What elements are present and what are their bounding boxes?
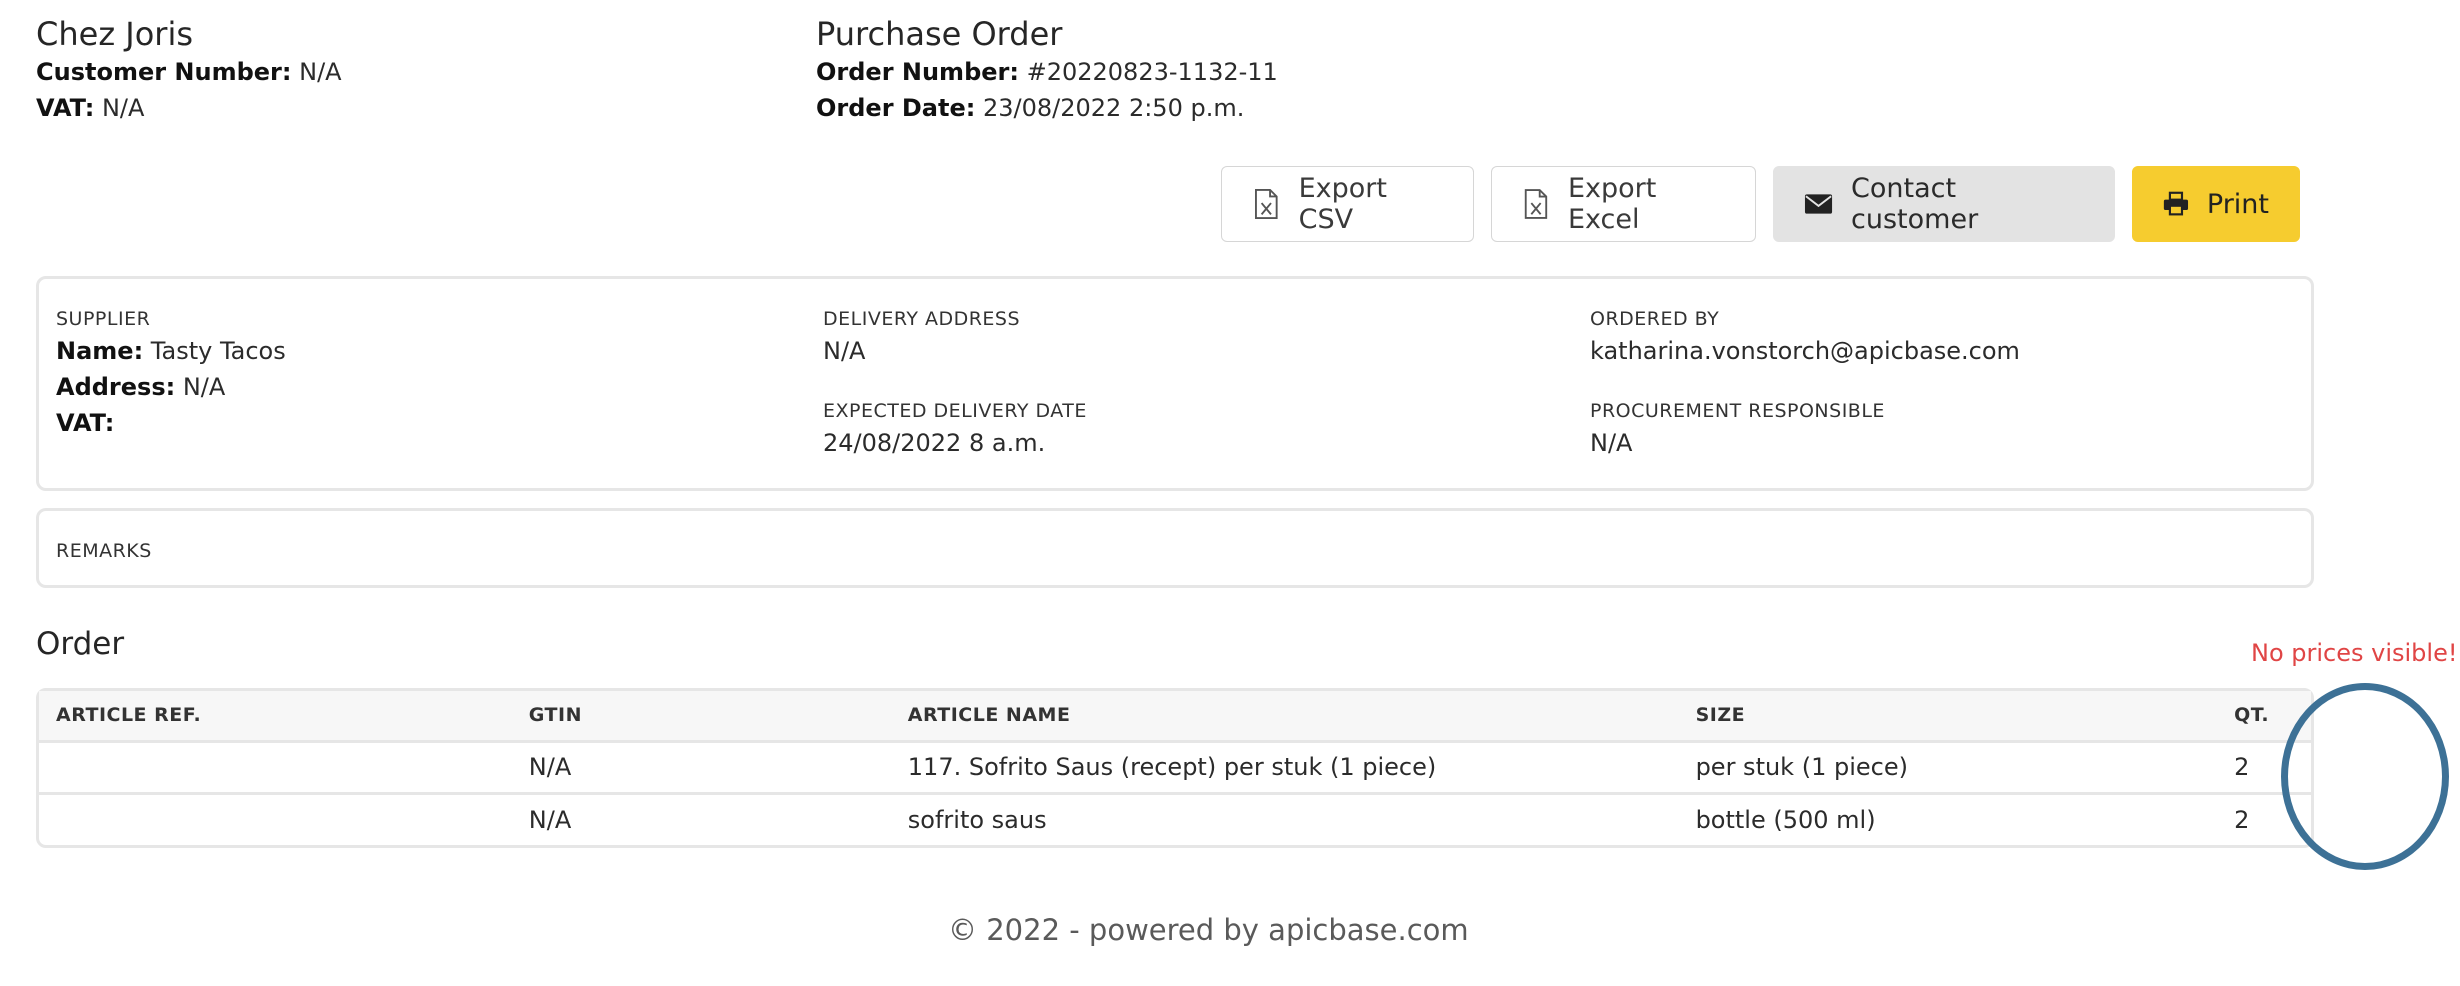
table-row: N/A 117. Sofrito Saus (recept) per stuk … [39, 741, 2311, 793]
cell-size: per stuk (1 piece) [1695, 753, 1908, 781]
customer-header: Chez Joris Customer Number: N/A VAT: N/A [36, 14, 342, 126]
order-date-row: Order Date: 23/08/2022 2:50 p.m. [816, 90, 1278, 126]
contact-customer-label: Contact customer [1851, 173, 1979, 235]
envelope-icon [1804, 194, 1833, 214]
cell-article-name: 117. Sofrito Saus (recept) per stuk (1 p… [907, 753, 1437, 781]
supplier-heading: SUPPLIER [56, 308, 151, 330]
column-header-quantity: QT. [2217, 691, 2311, 743]
cell-size: bottle (500 ml) [1678, 791, 2218, 845]
supplier-name-row: Name: Tasty Tacos [56, 333, 286, 369]
order-date-label: Order Date: [816, 94, 976, 122]
document-title: Purchase Order [816, 15, 1063, 53]
export-csv-button[interactable]: Export CSV [1221, 166, 1474, 242]
order-date-value: 23/08/2022 2:50 p.m. [975, 94, 1245, 122]
table-row: N/A sofrito saus bottle (500 ml) 2 [39, 791, 2311, 845]
vat-row: VAT: N/A [36, 90, 342, 126]
expected-delivery-heading: EXPECTED DELIVERY DATE [823, 400, 1087, 422]
delivery-section: DELIVERY ADDRESS N/A EXPECTED DELIVERY D… [823, 305, 1087, 461]
customer-number-row: Customer Number: N/A [36, 54, 342, 90]
vat-label: VAT: [36, 94, 95, 122]
export-csv-label: Export CSV [1298, 173, 1387, 235]
supplier-address-value: N/A [175, 373, 226, 401]
column-header-article-ref: ARTICLE REF. [39, 691, 512, 743]
order-number-label: Order Number: [816, 58, 1019, 86]
order-number-row: Order Number: #20220823-1132-11 [816, 54, 1278, 90]
column-header-article-name: ARTICLE NAME [890, 691, 1679, 743]
delivery-address-heading: DELIVERY ADDRESS [823, 308, 1021, 330]
customer-number-label: Customer Number: [36, 58, 292, 86]
file-excel-icon [1524, 189, 1548, 219]
supplier-name-value: Tasty Tacos [143, 337, 286, 365]
cell-quantity: 2 [2217, 791, 2311, 845]
supplier-vat-label: VAT: [56, 409, 115, 437]
printer-icon [2163, 191, 2189, 216]
export-excel-button[interactable]: Export Excel [1491, 166, 1756, 242]
print-label: Print [2206, 188, 2269, 220]
column-header-gtin: GTIN [511, 691, 891, 743]
ordered-by-section: ORDERED BY katharina.vonstorch@apicbase.… [1590, 305, 2020, 461]
table-header-row: ARTICLE REF. GTIN ARTICLE NAME SIZE QT. [39, 691, 2311, 743]
export-excel-label: Export Excel [1567, 173, 1657, 235]
action-toolbar: Export CSV Export Excel Contact customer… [1221, 166, 2300, 242]
supplier-name-label: Name: [56, 337, 144, 365]
cell-gtin: N/A [511, 791, 891, 845]
cell-article-ref [39, 741, 512, 793]
cell-gtin: N/A [528, 753, 572, 781]
order-header: Purchase Order Order Number: #20220823-1… [816, 14, 1278, 126]
cell-article-name: sofrito saus [890, 791, 1679, 845]
column-header-size: SIZE [1678, 691, 2218, 743]
file-excel-icon [1255, 188, 1278, 220]
order-table: ARTICLE REF. GTIN ARTICLE NAME SIZE QT. … [36, 688, 2314, 848]
print-button[interactable]: Print [2132, 166, 2300, 242]
remarks-card: REMARKS [36, 508, 2314, 588]
supplier-section: SUPPLIER Name: Tasty Tacos Address: N/A … [56, 305, 286, 441]
supplier-address-row: Address: N/A [56, 369, 286, 405]
supplier-vat-row: VAT: [56, 405, 286, 441]
contact-customer-button[interactable]: Contact customer [1773, 166, 2115, 242]
delivery-address-value: N/A [823, 337, 866, 365]
ordered-by-heading: ORDERED BY [1590, 308, 1720, 330]
order-section-title: Order [36, 626, 125, 662]
company-name: Chez Joris [36, 15, 194, 53]
customer-number-value: N/A [291, 58, 342, 86]
cell-quantity: 2 [2234, 753, 2250, 781]
vat-value: N/A [94, 94, 145, 122]
footer-credit: © 2022 - powered by apicbase.com [948, 913, 1469, 947]
order-number-value: #20220823-1132-11 [1018, 58, 1278, 86]
cell-article-ref [39, 791, 512, 845]
procurement-heading: PROCUREMENT RESPONSIBLE [1590, 400, 1885, 422]
procurement-value: N/A [1590, 429, 1633, 457]
order-info-card: SUPPLIER Name: Tasty Tacos Address: N/A … [36, 276, 2314, 491]
expected-delivery-value: 24/08/2022 8 a.m. [823, 429, 1046, 457]
no-prices-annotation: No prices visible! [2251, 639, 2458, 667]
ordered-by-value: katharina.vonstorch@apicbase.com [1590, 337, 2020, 365]
supplier-address-label: Address: [56, 373, 176, 401]
remarks-heading: REMARKS [56, 540, 152, 562]
